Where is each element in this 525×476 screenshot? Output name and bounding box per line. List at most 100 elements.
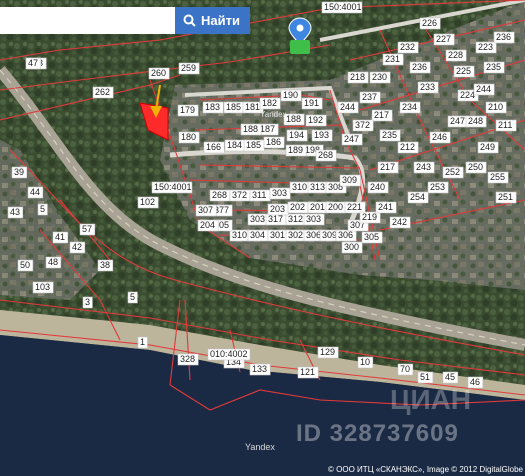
parcel-label[interactable]: 211 — [498, 120, 512, 130]
parcel-label[interactable]: 312 — [288, 214, 303, 224]
parcel-label[interactable]: 241 — [378, 202, 393, 212]
parcel-label[interactable]: 47 — [28, 58, 38, 68]
parcel-label[interactable]: 204 — [200, 220, 215, 230]
parcel-label[interactable]: 186 — [266, 137, 281, 147]
parcel-label[interactable]: 260 — [151, 68, 166, 78]
parcel-label[interactable]: 372 — [355, 120, 370, 130]
parcel-label[interactable]: 191 — [304, 98, 319, 108]
parcel-label[interactable]: 193 — [314, 130, 329, 140]
parcel-label[interactable]: 129 — [320, 347, 335, 357]
parcel-label[interactable]: 48 — [48, 257, 58, 267]
parcel-label[interactable]: 10 — [360, 357, 370, 367]
parcel-label[interactable]: 254 — [410, 192, 425, 202]
parcel-label[interactable]: 51 — [420, 372, 430, 382]
parcel-label[interactable]: 183 — [205, 102, 220, 112]
parcel-label[interactable]: 43 — [10, 207, 20, 217]
parcel-label[interactable]: 44 — [30, 187, 40, 197]
parcel-label[interactable]: 1 — [140, 337, 145, 347]
parcel-label[interactable]: 303 — [272, 188, 287, 198]
parcel-label[interactable]: 42 — [72, 242, 82, 252]
parcel-label[interactable]: 179 — [180, 105, 195, 115]
parcel-label[interactable]: 242 — [392, 217, 407, 227]
parcel-label[interactable]: 300 — [344, 242, 359, 252]
parcel-label[interactable]: 233 — [420, 82, 435, 92]
parcel-label[interactable]: 236 — [496, 32, 511, 42]
parcel-label[interactable]: 5 — [40, 204, 45, 214]
parcel-label[interactable]: 268 — [212, 190, 227, 200]
parcel-label[interactable]: 311 — [252, 190, 266, 200]
location-marker-icon[interactable] — [288, 17, 312, 54]
parcel-label[interactable]: 70 — [400, 364, 410, 374]
parcel-label[interactable]: 192 — [308, 115, 323, 125]
parcel-label[interactable]: 303 — [250, 214, 265, 224]
parcel-label[interactable]: 255 — [490, 172, 505, 182]
parcel-label[interactable]: 313 — [310, 182, 325, 192]
parcel-label[interactable]: 166 — [206, 142, 221, 152]
parcel-label[interactable]: 252 — [445, 167, 460, 177]
parcel-label[interactable]: 234 — [402, 102, 417, 112]
parcel-label[interactable]: 235 — [486, 62, 501, 72]
parcel-label[interactable]: 202 — [290, 202, 305, 212]
parcel-label[interactable]: 5 — [130, 292, 135, 302]
parcel-label[interactable]: 232 — [400, 42, 415, 52]
parcel-label[interactable]: 262 — [95, 87, 110, 97]
parcel-label[interactable]: 185 — [246, 140, 261, 150]
parcel-label[interactable]: 212 — [400, 142, 415, 152]
parcel-label[interactable]: 46 — [470, 377, 480, 387]
parcel-label[interactable]: 225 — [456, 66, 471, 76]
parcel-label[interactable]: 210 — [488, 102, 503, 112]
parcel-label[interactable]: 133 — [252, 364, 267, 374]
parcel-label[interactable]: 237 — [362, 92, 377, 102]
parcel-label[interactable]: 301 — [270, 230, 285, 240]
parcel-label[interactable]: 251 — [498, 192, 513, 202]
parcel-label[interactable]: 231 — [385, 54, 400, 64]
parcel-label[interactable]: 181 — [245, 102, 260, 112]
parcel-label[interactable]: 307 — [198, 205, 213, 215]
parcel-label[interactable]: 305 — [364, 232, 379, 242]
parcel-label[interactable]: 121 — [300, 367, 315, 377]
parcel-label[interactable]: 39 — [14, 167, 24, 177]
parcel-label[interactable]: 223 — [478, 42, 493, 52]
parcel-label[interactable]: 230 — [372, 72, 387, 82]
parcel-label[interactable]: 187 — [260, 124, 275, 134]
parcel-label[interactable]: 240 — [370, 182, 385, 192]
parcel-label[interactable]: 226 — [422, 18, 437, 28]
parcel-label[interactable]: 182 — [262, 98, 277, 108]
parcel-label[interactable]: 194 — [289, 130, 304, 140]
search-button[interactable]: Найти — [175, 7, 250, 34]
parcel-label[interactable]: 50 — [20, 260, 30, 270]
parcel-label[interactable]: 317 — [268, 214, 283, 224]
parcel-label[interactable]: 188 — [286, 114, 301, 124]
parcel-label[interactable]: 310 — [292, 182, 307, 192]
parcel-label[interactable]: 190 — [283, 90, 298, 100]
parcel-label[interactable]: 57 — [82, 224, 92, 234]
parcel-label[interactable]: 247 — [450, 116, 465, 126]
parcel-label[interactable]: 372 — [232, 190, 247, 200]
parcel-label[interactable]: 235 — [382, 130, 397, 140]
parcel-label[interactable]: 224 — [460, 90, 475, 100]
parcel-label[interactable]: 103 — [35, 282, 50, 292]
parcel-label[interactable]: 203 — [270, 204, 285, 214]
parcel-label[interactable]: 306 — [306, 230, 321, 240]
parcel-label[interactable]: 188 — [243, 124, 258, 134]
parcel-label[interactable]: 248 — [468, 116, 483, 126]
parcel-label[interactable]: 227 — [436, 34, 451, 44]
parcel-label[interactable]: 41 — [55, 232, 65, 242]
parcel-label[interactable]: 102 — [140, 197, 155, 207]
parcel-label[interactable]: 219 — [362, 212, 377, 222]
parcel-label[interactable]: 309 — [322, 230, 337, 240]
parcel-label[interactable]: 249 — [480, 142, 495, 152]
parcel-label[interactable]: 303 — [306, 214, 321, 224]
parcel-label[interactable]: 302 — [288, 230, 303, 240]
parcel-label[interactable]: 304 — [250, 230, 265, 240]
parcel-label[interactable]: 200 — [328, 202, 343, 212]
parcel-label[interactable]: 38 — [100, 260, 110, 270]
parcel-label[interactable]: 228 — [448, 50, 463, 60]
parcel-label[interactable]: 217 — [380, 162, 395, 172]
parcel-label[interactable]: 328 — [180, 354, 195, 364]
parcel-label[interactable]: 244 — [476, 84, 491, 94]
parcel-label[interactable]: 244 — [340, 102, 355, 112]
parcel-label[interactable]: 243 — [416, 162, 431, 172]
parcel-label[interactable]: 310 — [232, 230, 247, 240]
parcel-label[interactable]: 268 — [318, 150, 333, 160]
